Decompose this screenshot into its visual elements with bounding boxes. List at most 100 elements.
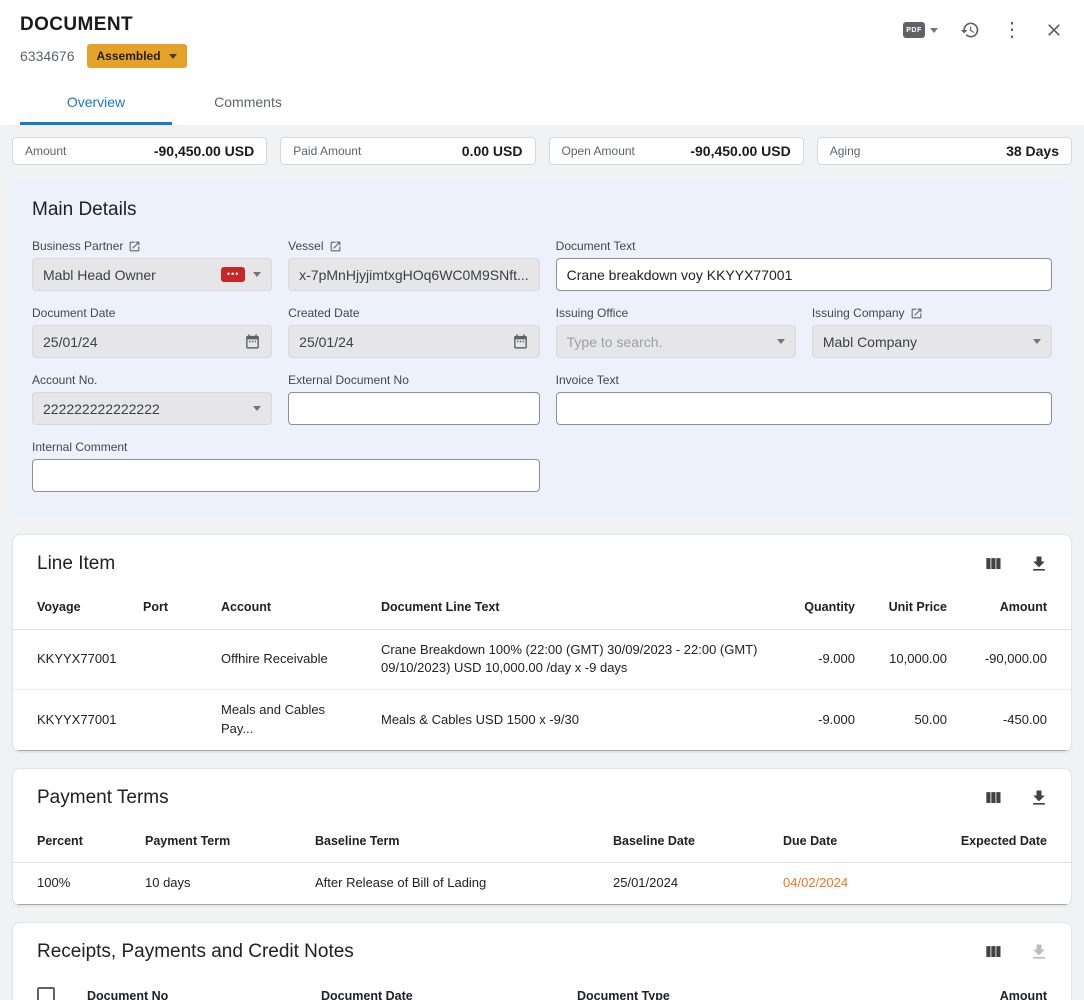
column-header: Document No [75, 975, 309, 1000]
download-icon [1029, 942, 1049, 962]
open-in-new-icon[interactable] [329, 240, 342, 253]
column-header: Document Line Text [369, 587, 771, 629]
created-date-field: Created Date 25/01/24 [288, 306, 540, 358]
cell-expected-date [916, 863, 1071, 905]
external-document-no-input[interactable] [288, 392, 540, 425]
issuing-company-select[interactable]: Mabl Company [812, 325, 1052, 358]
receipts-title: Receipts, Payments and Credit Notes [37, 941, 354, 963]
line-item-download-button[interactable] [1029, 554, 1049, 574]
open-in-new-icon[interactable] [910, 307, 923, 320]
pdf-button[interactable]: PDF [903, 22, 938, 38]
tab-comments[interactable]: Comments [172, 84, 324, 125]
summary-card-open-amount: Open Amount -90,450.00 USD [549, 137, 804, 165]
more-menu-button[interactable]: ⋮ [1002, 20, 1022, 40]
select-all-cell [13, 975, 75, 1000]
chevron-down-icon [253, 406, 261, 411]
issuing-company-field: Issuing Company Mabl Company [812, 306, 1052, 358]
cell-port [131, 629, 209, 690]
column-header: Baseline Term [303, 821, 601, 863]
vessel-input[interactable]: x-7pMnHjyjimtxgHOq6WC0M9SNft... [288, 258, 540, 291]
document-date-input[interactable]: 25/01/24 [32, 325, 272, 358]
kebab-menu-icon: ⋮ [1002, 20, 1022, 40]
business-partner-label: Business Partner [32, 239, 123, 253]
chevron-down-icon [169, 54, 177, 59]
document-number: 6334676 [20, 48, 75, 64]
business-partner-value: Mabl Head Owner [43, 267, 213, 283]
table-row[interactable]: 100% 10 days After Release of Bill of La… [13, 863, 1071, 905]
account-no-select[interactable]: 222222222222222 [32, 392, 272, 425]
chevron-down-icon [253, 272, 261, 277]
tab-overview[interactable]: Overview [20, 84, 172, 125]
payment-terms-download-button[interactable] [1029, 788, 1049, 808]
column-header: Document Date [309, 975, 565, 1000]
content-area: Amount -90,450.00 USD Paid Amount 0.00 U… [0, 125, 1084, 1000]
cell-account: Meals and Cables Pay... [209, 690, 369, 751]
summary-value: -90,450.00 USD [690, 143, 790, 159]
columns-icon [983, 942, 1003, 962]
receipts-header-row: Document No Document Date Document Type … [13, 975, 1071, 1000]
internal-comment-label: Internal Comment [32, 440, 127, 454]
column-header: Document Type [565, 975, 941, 1000]
vessel-value: x-7pMnHjyjimtxgHOq6WC0M9SNft... [299, 267, 529, 283]
receipts-section: Receipts, Payments and Credit Notes Docu… [12, 922, 1072, 1000]
table-row[interactable]: KKYYX77001 Offhire Receivable Crane Brea… [13, 629, 1071, 690]
open-in-new-icon[interactable] [128, 240, 141, 253]
columns-icon [983, 788, 1003, 808]
external-document-no-label: External Document No [288, 373, 409, 387]
payment-terms-columns-button[interactable] [983, 788, 1003, 808]
created-date-value: 25/01/24 [299, 334, 504, 350]
pdf-icon: PDF [903, 22, 925, 38]
cell-amount: -90,000.00 [959, 629, 1071, 690]
business-partner-select[interactable]: Mabl Head Owner ••• [32, 258, 272, 291]
cell-line-text: Meals & Cables USD 1500 x -9/30 [369, 690, 771, 751]
internal-comment-input[interactable] [32, 459, 540, 492]
select-all-checkbox[interactable] [37, 987, 55, 1000]
column-header: Account [209, 587, 369, 629]
close-button[interactable] [1044, 20, 1064, 40]
cell-account: Offhire Receivable [209, 629, 369, 690]
issuing-company-label: Issuing Company [812, 306, 905, 320]
line-item-columns-button[interactable] [983, 554, 1003, 574]
table-row[interactable]: KKYYX77001 Meals and Cables Pay... Meals… [13, 690, 1071, 751]
account-no-label: Account No. [32, 373, 97, 387]
download-icon [1029, 554, 1049, 574]
created-date-input[interactable]: 25/01/24 [288, 325, 540, 358]
header-left: DOCUMENT 6334676 Assembled [20, 14, 187, 68]
columns-icon [983, 554, 1003, 574]
summary-label: Open Amount [562, 144, 635, 158]
payment-terms-header-row: Percent Payment Term Baseline Term Basel… [13, 821, 1071, 863]
line-item-header-row: Voyage Port Account Document Line Text Q… [13, 587, 1071, 629]
calendar-icon[interactable] [244, 333, 261, 350]
receipts-download-button[interactable] [1029, 942, 1049, 962]
issuing-office-select[interactable]: Type to search. [556, 325, 796, 358]
column-header: Voyage [13, 587, 131, 629]
receipts-columns-button[interactable] [983, 942, 1003, 962]
invoice-text-input[interactable] [556, 392, 1052, 425]
document-text-input[interactable] [556, 258, 1052, 291]
column-header: Port [131, 587, 209, 629]
column-header: Baseline Date [601, 821, 771, 863]
column-header: Amount [941, 975, 1071, 1000]
column-header: Expected Date [916, 821, 1071, 863]
download-icon [1029, 788, 1049, 808]
main-details-section: Main Details Business Partner Mabl Head … [12, 181, 1072, 518]
history-button[interactable] [960, 20, 980, 40]
cell-quantity: -9.000 [771, 690, 867, 751]
calendar-icon[interactable] [512, 333, 529, 350]
invoice-text-label: Invoice Text [556, 373, 619, 387]
document-date-label: Document Date [32, 306, 115, 320]
status-badge-label: Assembled [97, 49, 161, 63]
status-badge-dropdown[interactable]: Assembled [87, 44, 187, 68]
internal-comment-field: Internal Comment [32, 440, 540, 492]
vessel-label: Vessel [288, 239, 323, 253]
cell-unit-price: 50.00 [867, 690, 959, 751]
payment-terms-title: Payment Terms [37, 787, 169, 809]
chevron-down-icon [1033, 339, 1041, 344]
business-partner-field: Business Partner Mabl Head Owner ••• [32, 239, 272, 291]
column-header: Payment Term [133, 821, 303, 863]
document-date-field: Document Date 25/01/24 [32, 306, 272, 358]
summary-card-paid-amount: Paid Amount 0.00 USD [280, 137, 535, 165]
close-icon [1044, 20, 1064, 40]
partner-alert-chip-icon[interactable]: ••• [221, 267, 245, 282]
cell-payment-term: 10 days [133, 863, 303, 905]
